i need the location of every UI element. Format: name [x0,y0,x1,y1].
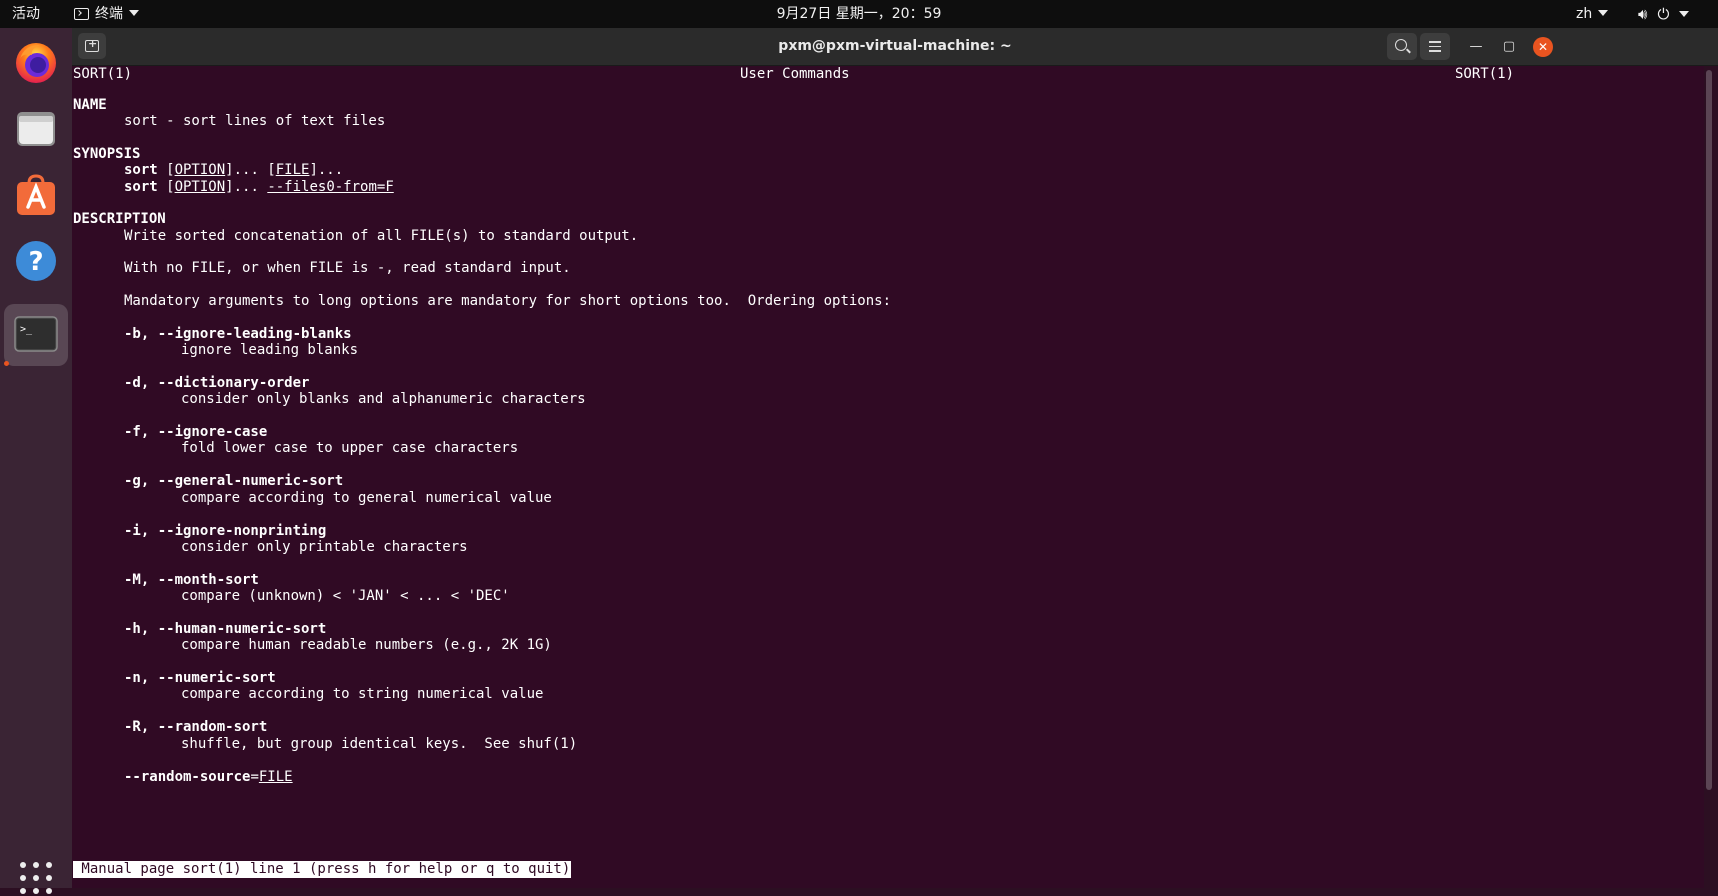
svg-text:?: ? [28,247,43,277]
pager-status-line: Manual page sort(1) line 1 (press h for … [73,861,572,878]
running-indicator [4,361,9,366]
input-language-label: zh [1576,6,1593,22]
input-language-menu[interactable]: zh [1576,0,1609,28]
option-desc: consider only blanks and alphanumeric ch… [181,391,586,407]
software-icon [17,174,55,215]
option-desc: compare human readable numbers (e.g., 2K… [181,637,552,653]
option-flag: -b, --ignore-leading-blanks [124,326,352,342]
close-button[interactable]: ✕ [1533,37,1553,57]
option-flag: -n, --numeric-sort [124,670,276,686]
dock-help[interactable]: ? [9,234,63,288]
minimize-button[interactable]: — [1466,37,1486,57]
option-flag: -R, --random-sort [124,719,268,735]
description-line: Write sorted concatenation of all FILE(s… [124,228,639,244]
man-header-left: SORT(1) [73,66,133,82]
name-heading: NAME [73,97,107,113]
firefox-icon [16,43,56,83]
search-button[interactable] [1387,33,1417,60]
synopsis-line-2: sort [OPTION]... --files0-from=F [124,179,394,195]
option-flag: -h, --human-numeric-sort [124,621,327,637]
option-flag: -f, --ignore-case [124,424,268,440]
man-header-center: User Commands [740,66,850,82]
dock-files[interactable] [9,102,63,156]
show-apps-icon[interactable] [20,862,54,896]
synopsis-heading: SYNOPSIS [73,146,141,162]
terminal-output[interactable]: SORT(1) User Commands SORT(1) NAME sort … [72,66,1704,888]
option-flag: -i, --ignore-nonprinting [124,523,327,539]
man-header-right: SORT(1) [1455,66,1515,82]
svg-text:>_: >_ [20,324,33,335]
option-flag: -d, --dictionary-order [124,375,310,391]
option-desc: compare (unknown) < 'JAN' < ... < 'DEC' [181,588,510,604]
dock-ubuntu-software[interactable] [9,168,63,222]
chevron-down-icon [1598,10,1609,16]
chevron-down-icon [1679,11,1690,17]
help-icon: ? [16,241,56,281]
system-menu[interactable]: 🔊︎ ⏻ [1638,0,1699,28]
option-desc: ignore leading blanks [181,342,359,358]
dock: ? >_ [0,28,72,894]
power-icon: ⏻ [1657,5,1670,23]
option-desc: consider only printable characters [181,539,468,555]
description-line: With no FILE, or when FILE is -, read st… [124,260,571,276]
top-bar: 活动 终端 9月27日 星期一，20：59 zh 🔊︎ ⏻ [0,0,1718,28]
volume-icon: 🔊︎ [1638,5,1648,23]
terminal-icon: >_ [14,316,58,352]
maximize-button[interactable]: ▢ [1499,37,1519,57]
description-line: Mandatory arguments to long options are … [124,293,892,309]
terminal-scrollbar[interactable] [1706,70,1712,790]
option-desc: compare according to general numerical v… [181,490,552,506]
files-icon [17,112,55,146]
hamburger-menu-button[interactable] [1420,33,1450,60]
option-flag: -M, --month-sort [124,572,259,588]
name-text: sort - sort lines of text files [124,113,386,129]
description-heading: DESCRIPTION [73,211,166,227]
option-desc: compare according to string numerical va… [181,686,544,702]
option-desc: fold lower case to upper case characters [181,440,519,456]
window-header: pxm@pxm-virtual-machine: ~ — ▢ ✕ [72,28,1718,66]
synopsis-line-1: sort [OPTION]... [FILE]... [124,162,344,178]
dock-terminal[interactable]: >_ [4,304,68,366]
option-flag: --random-source=FILE [124,769,293,785]
option-flag: -g, --general-numeric-sort [124,473,344,489]
clock[interactable]: 9月27日 星期一，20：59 [0,0,1718,28]
dock-firefox[interactable] [9,36,63,90]
option-desc: shuffle, but group identical keys. See s… [181,736,578,752]
